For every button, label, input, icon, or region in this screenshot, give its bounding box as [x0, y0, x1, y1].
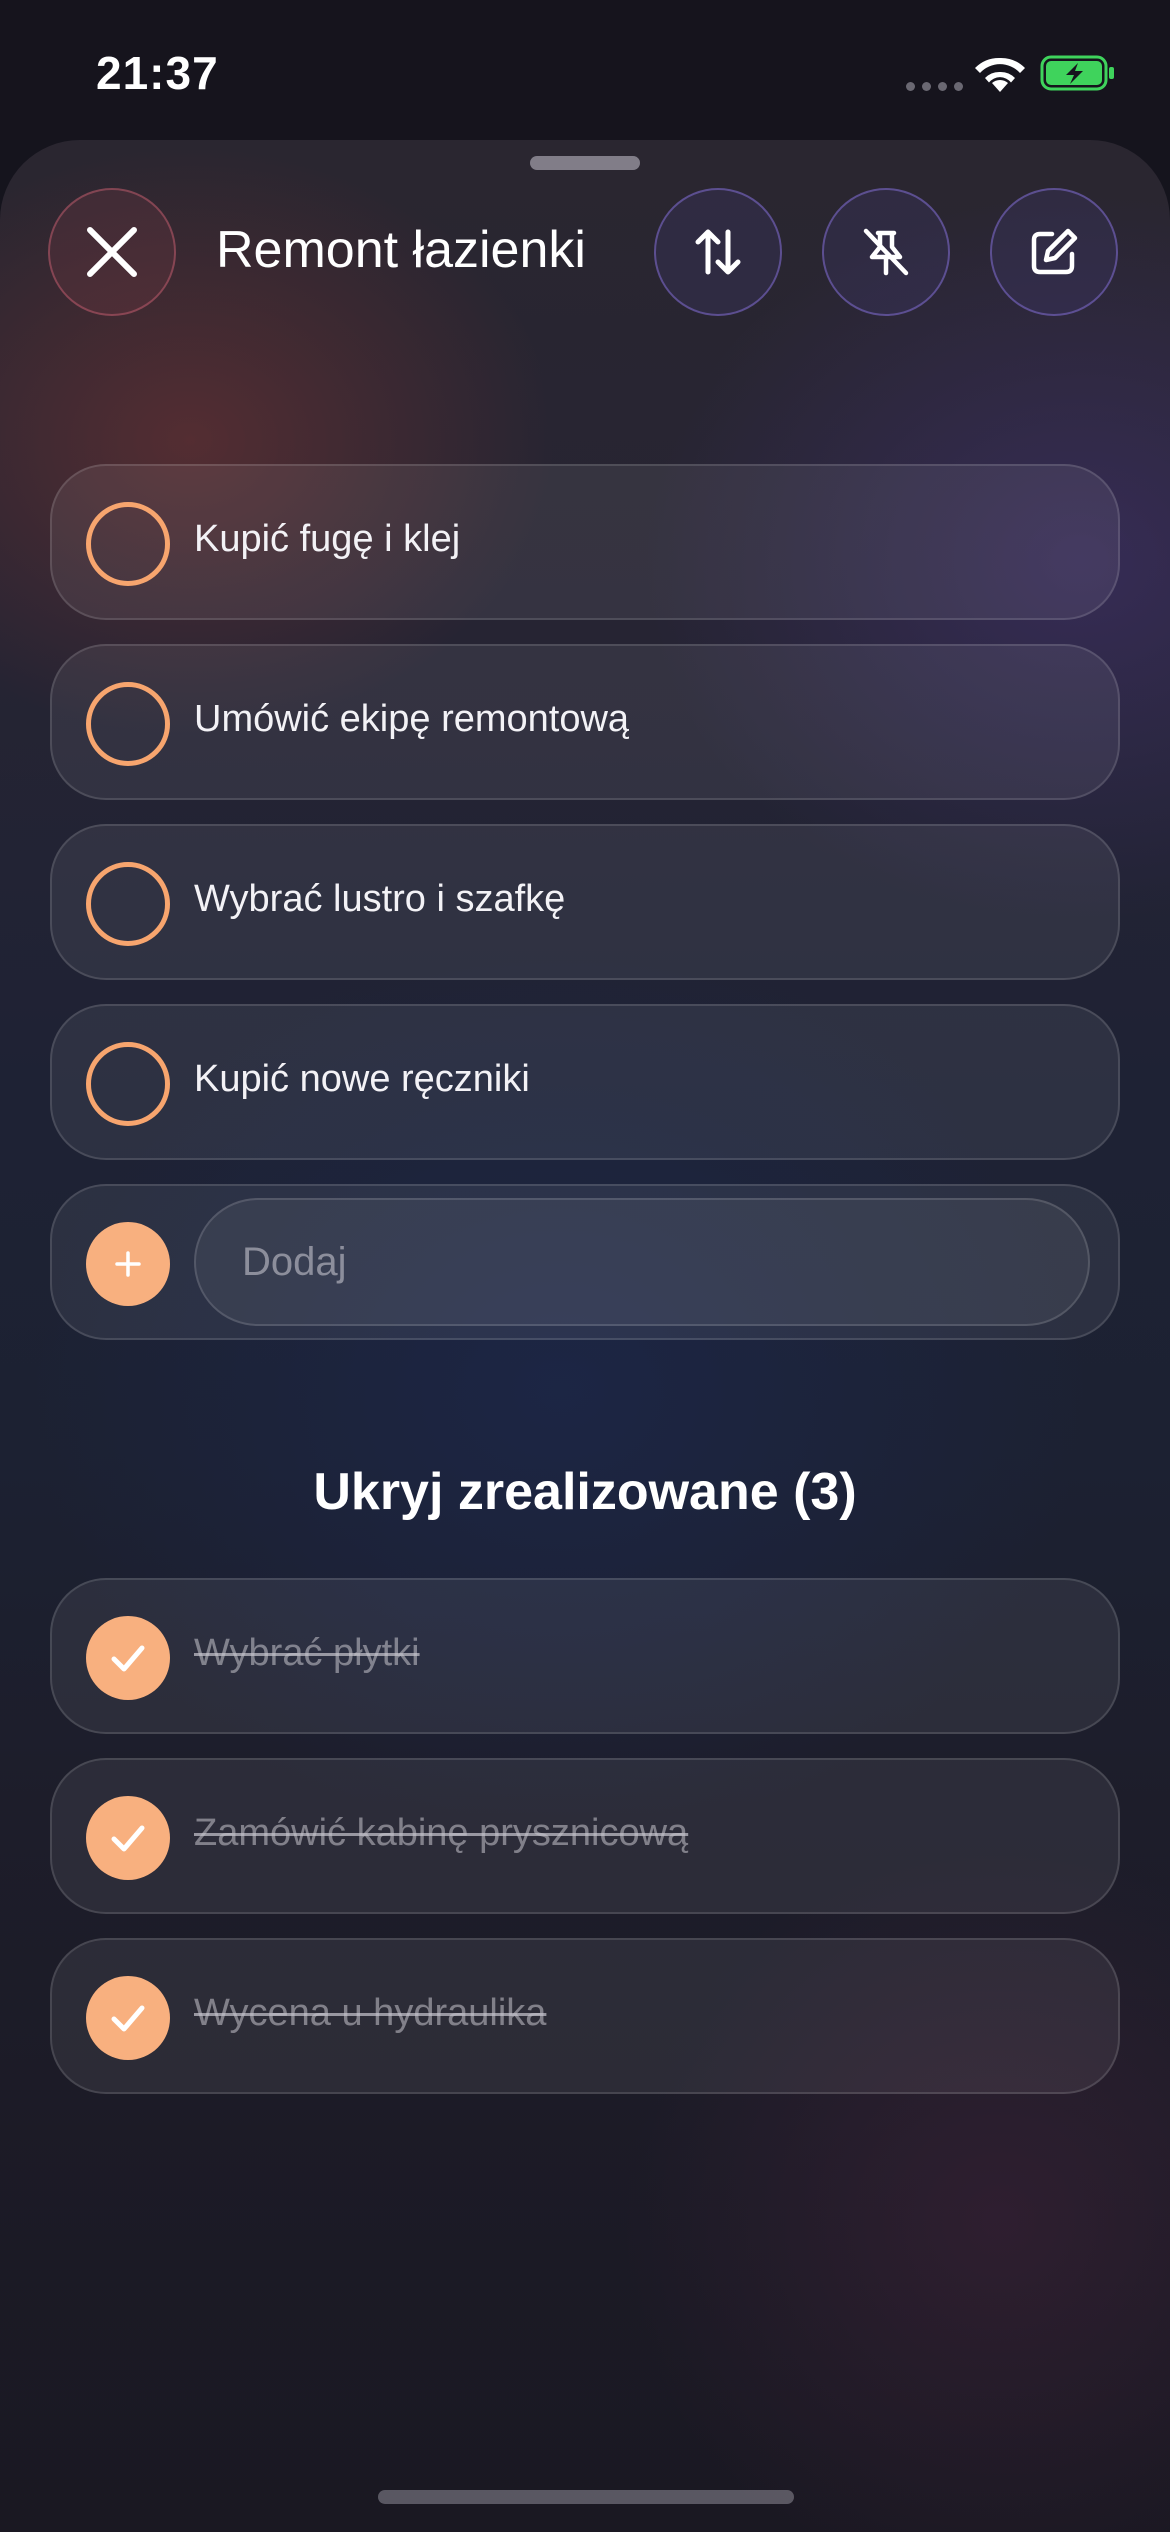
add-task-row — [50, 1184, 1120, 1340]
checkmark-icon — [111, 1645, 145, 1672]
hide-completed-toggle[interactable]: Ukryj zrealizowane (3) — [0, 1462, 1170, 1522]
completed-task-row[interactable]: Wycena u hydraulika — [50, 1938, 1120, 2094]
task-checkbox[interactable] — [86, 502, 170, 586]
task-row[interactable]: Kupić nowe ręczniki — [50, 1004, 1120, 1160]
task-row[interactable]: Umówić ekipę remontową — [50, 644, 1120, 800]
plus-icon — [115, 1251, 141, 1277]
task-label: Umówić ekipę remontową — [194, 698, 630, 740]
screen: 21:37 Remont łazienki Kupić fugę i klej … — [0, 0, 1170, 2532]
task-checkbox[interactable] — [86, 682, 170, 766]
sort-arrows-icon — [695, 229, 741, 275]
list-sheet: Remont łazienki Kupić fugę i klej Umówić… — [0, 140, 1170, 2532]
add-task-button[interactable] — [86, 1222, 170, 1306]
checkmark-icon — [111, 1825, 145, 1852]
edit-button[interactable] — [990, 188, 1118, 316]
sheet-grabber[interactable] — [530, 156, 640, 170]
pin-off-icon — [863, 228, 909, 276]
task-checkbox[interactable] — [86, 862, 170, 946]
edit-icon — [1031, 228, 1078, 275]
task-label: Kupić fugę i klej — [194, 518, 461, 560]
status-time: 21:37 — [96, 47, 219, 99]
cellular-signal-icon — [906, 82, 963, 91]
checkmark-icon — [111, 2005, 145, 2032]
task-label: Kupić nowe ręczniki — [194, 1058, 530, 1100]
close-button[interactable] — [48, 188, 176, 316]
completed-task-row[interactable]: Wybrać płytki — [50, 1578, 1120, 1734]
status-bar: 21:37 — [0, 0, 1170, 140]
task-label: Wybrać płytki — [194, 1632, 420, 1674]
home-indicator — [378, 2490, 794, 2504]
task-checkbox[interactable] — [86, 1042, 170, 1126]
unpin-button[interactable] — [822, 188, 950, 316]
task-label: Zamówić kabinę prysznicową — [194, 1812, 689, 1854]
wifi-icon — [975, 57, 1025, 92]
page-title: Remont łazienki — [216, 221, 586, 279]
task-checkbox-checked[interactable] — [86, 1616, 170, 1700]
task-label: Wycena u hydraulika — [194, 1992, 547, 2034]
completed-task-row[interactable]: Zamówić kabinę prysznicową — [50, 1758, 1120, 1914]
close-icon — [87, 227, 137, 277]
task-checkbox-checked[interactable] — [86, 1796, 170, 1880]
task-checkbox-checked[interactable] — [86, 1976, 170, 2060]
add-task-input[interactable] — [194, 1198, 1090, 1326]
task-label: Wybrać lustro i szafkę — [194, 878, 566, 920]
sort-button[interactable] — [654, 188, 782, 316]
battery-charging-icon — [1040, 55, 1114, 91]
task-row[interactable]: Kupić fugę i klej — [50, 464, 1120, 620]
task-row[interactable]: Wybrać lustro i szafkę — [50, 824, 1120, 980]
